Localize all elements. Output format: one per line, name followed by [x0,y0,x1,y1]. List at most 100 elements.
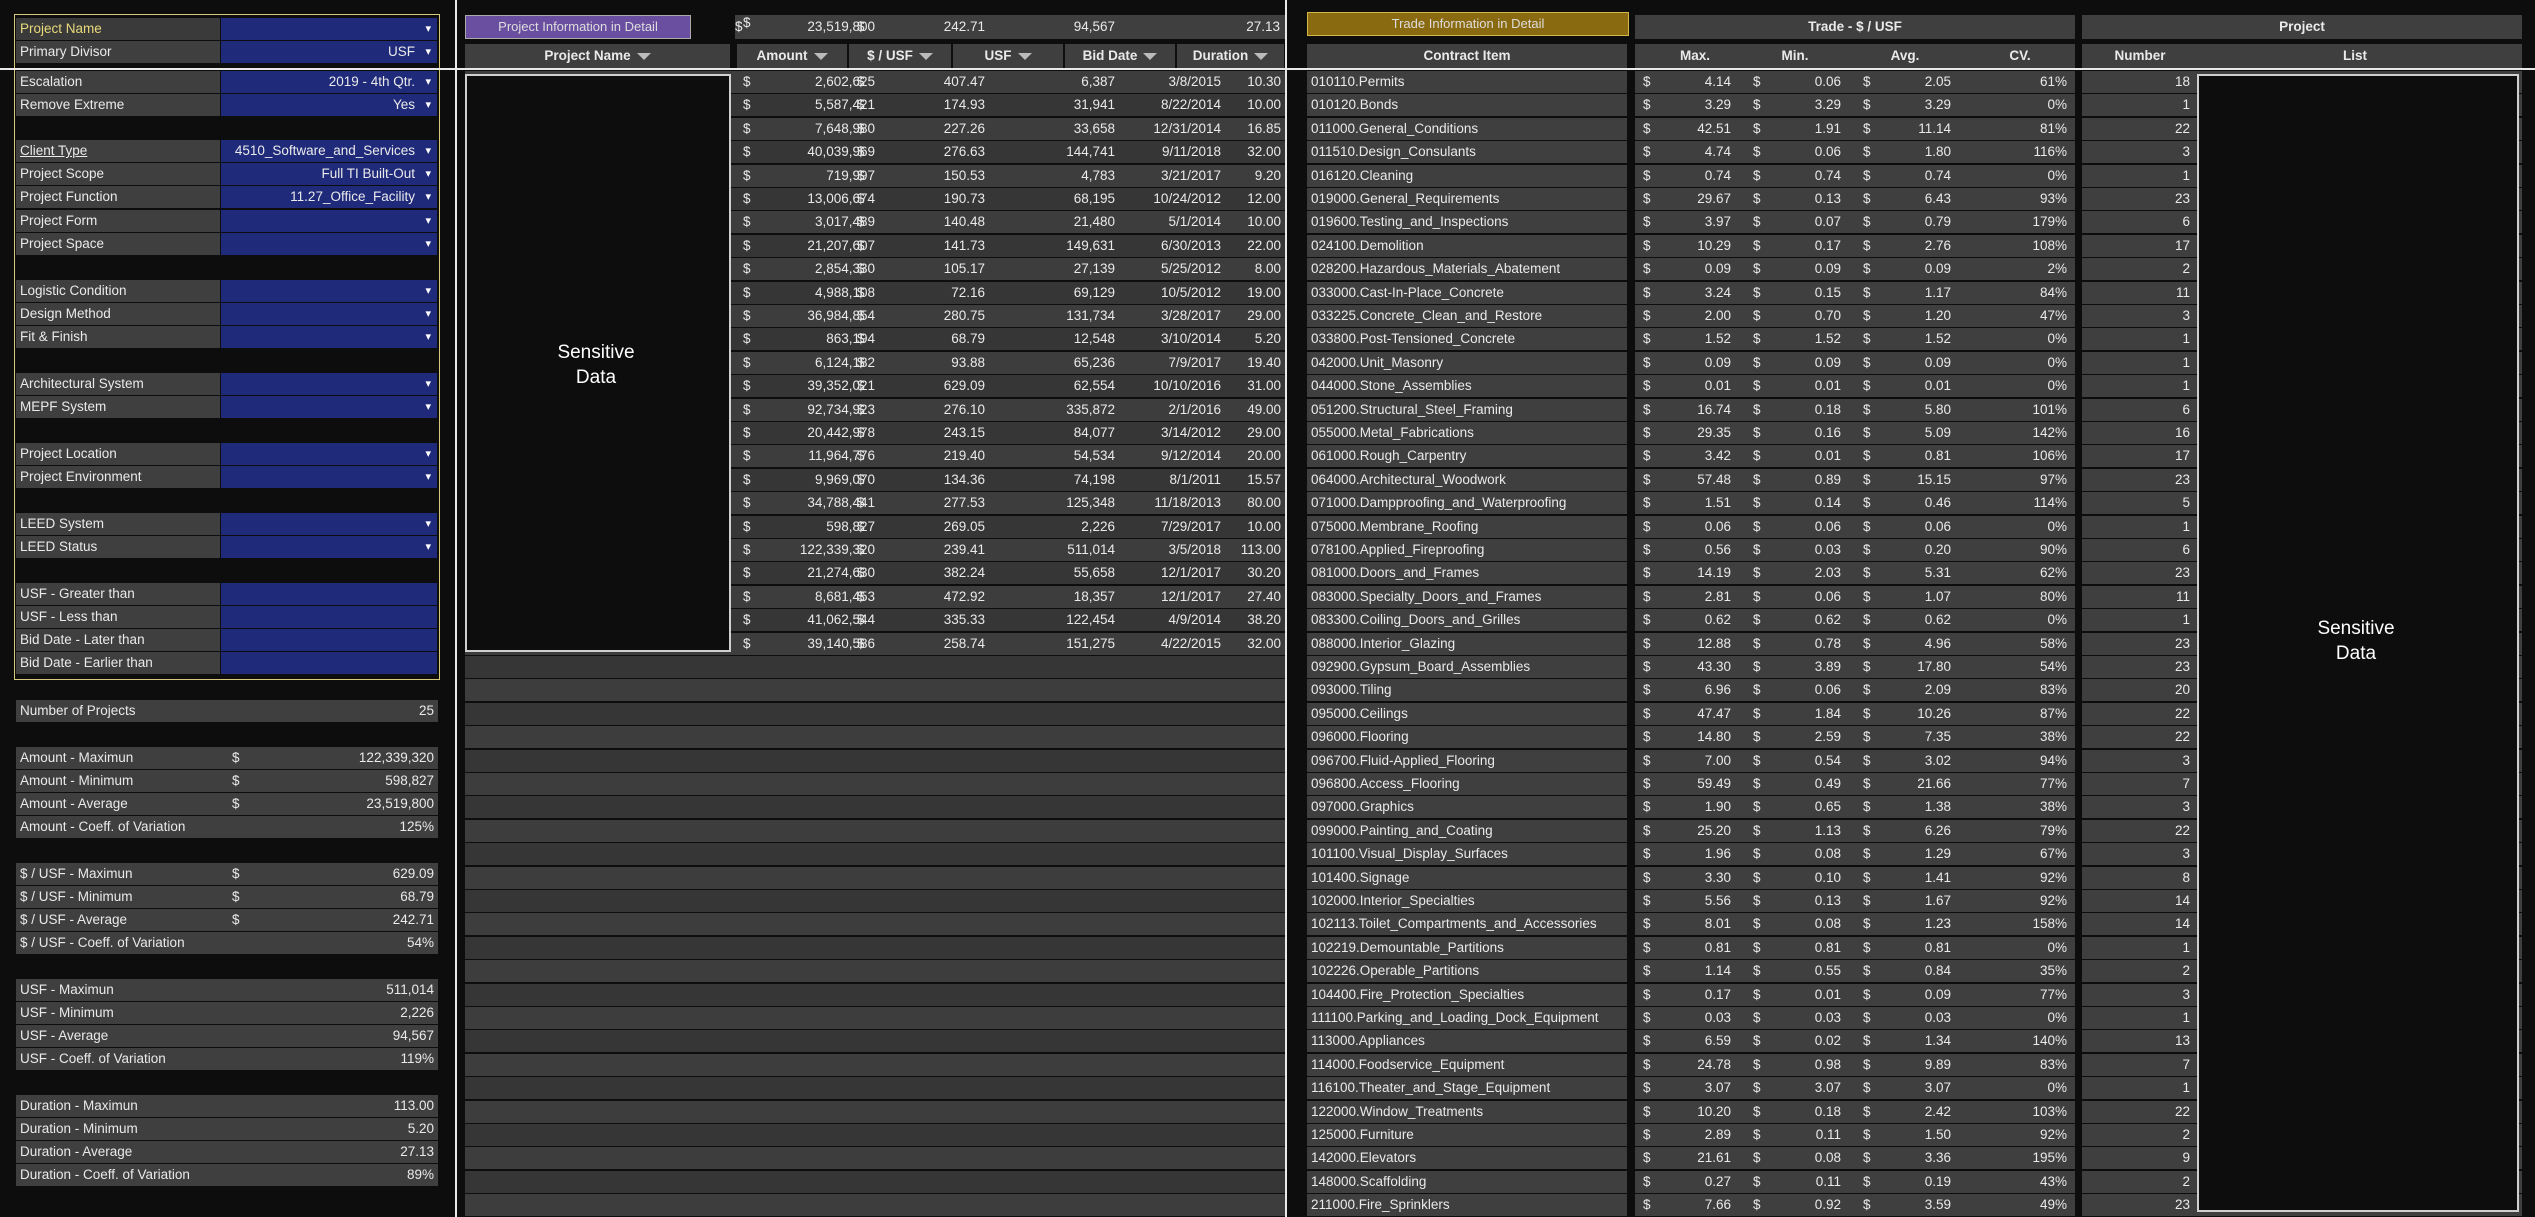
table-row[interactable]: $39,140,586 $258.74 151,275 4/22/2015 32.00 [735,633,1285,655]
filter-dropdown[interactable]: ▾ [221,513,437,535]
contract-item-cell[interactable]: 078100.Applied_Fireproofing [1307,539,1627,561]
filter-dropdown[interactable]: Yes ▾ [221,94,437,116]
contract-item-cell[interactable]: 096000.Flooring [1307,726,1627,749]
filter-dropdown[interactable]: Full TI Built-Out ▾ [221,163,437,185]
table-row[interactable]: $4,988,108 $72.16 69,129 10/5/2012 19.00 [735,282,1285,304]
chevron-down-icon[interactable]: ▾ [425,140,431,162]
column-header-usf[interactable]: USF [953,44,1063,68]
contract-item-cell[interactable]: 033225.Concrete_Clean_and_Restore [1307,305,1627,327]
contract-item-cell[interactable]: 016120.Cleaning [1307,164,1627,187]
contract-item-cell[interactable]: 111100.Parking_and_Loading_Dock_Equipmen… [1307,1007,1627,1029]
contract-item-cell[interactable]: 122000.Window_Treatments [1307,1100,1627,1123]
contract-item-cell[interactable]: 061000.Rough_Carpentry [1307,445,1627,468]
filter-icon[interactable] [1143,52,1158,60]
contract-item-cell[interactable]: 075000.Membrane_Roofing [1307,515,1627,538]
contract-item-cell[interactable]: 148000.Scaffolding [1307,1170,1627,1193]
contract-item-cell[interactable]: 071000.Dampproofing_and_Waterproofing [1307,492,1627,515]
chevron-down-icon[interactable]: ▾ [425,163,431,185]
table-row[interactable]: $39,352,021 $629.09 62,554 10/10/2016 31.00 [735,375,1285,397]
filter-dropdown[interactable]: 11.27_Office_Facility ▾ [221,186,437,208]
chevron-down-icon[interactable]: ▾ [425,280,431,302]
chevron-down-icon[interactable]: ▾ [425,443,431,465]
contract-item-cell[interactable]: 042000.Unit_Masonry [1307,351,1627,374]
filter-dropdown[interactable]: USF ▾ [221,41,437,63]
contract-item-cell[interactable]: 097000.Graphics [1307,796,1627,819]
chevron-down-icon[interactable]: ▾ [425,186,431,208]
contract-item-cell[interactable]: 024100.Demolition [1307,234,1627,257]
table-row[interactable]: $34,788,441 $277.53 125,348 11/18/2013 80.00 [735,492,1285,514]
contract-item-cell[interactable]: 102219.Demountable_Partitions [1307,936,1627,959]
contract-item-cell[interactable]: 011510.Design_Consulants [1307,141,1627,164]
filter-dropdown[interactable]: ▾ [221,536,437,558]
table-row[interactable]: $21,274,630 $382.24 55,658 12/1/2017 30.20 [735,562,1285,584]
table-row[interactable]: $9,969,070 $134.36 74,198 8/1/2011 15.57 [735,469,1285,491]
filter-dropdown[interactable] [221,606,437,628]
chevron-down-icon[interactable]: ▾ [425,18,431,40]
table-row[interactable]: $92,734,923 $276.10 335,872 2/1/2016 49.00 [735,399,1285,421]
contract-item-cell[interactable]: 092900.Gypsum_Board_Assemblies [1307,656,1627,678]
contract-item-cell[interactable]: 101400.Signage [1307,866,1627,889]
table-row[interactable]: $5,587,421 $174.93 31,941 8/22/2014 10.00 [735,94,1285,116]
contract-item-cell[interactable]: 028200.Hazardous_Materials_Abatement [1307,258,1627,281]
table-row[interactable]: $7,648,980 $227.26 33,658 12/31/2014 16.85 [735,118,1285,140]
contract-item-cell[interactable]: 099000.Painting_and_Coating [1307,819,1627,842]
contract-item-cell[interactable]: 095000.Ceilings [1307,702,1627,725]
filter-dropdown[interactable]: ▾ [221,466,437,488]
table-row[interactable]: $3,017,489 $140.48 21,480 5/1/2014 10.00 [735,211,1285,233]
contract-item-cell[interactable]: 096700.Fluid-Applied_Flooring [1307,749,1627,772]
table-row[interactable]: $122,339,320 $239.41 511,014 3/5/2018 113.00 [735,539,1285,561]
table-row[interactable]: $598,827 $269.05 2,226 7/29/2017 10.00 [735,516,1285,538]
contract-item-cell[interactable]: 064000.Architectural_Woodwork [1307,468,1627,491]
contract-item-cell[interactable]: 102000.Interior_Specialties [1307,890,1627,912]
filter-dropdown[interactable] [221,652,437,674]
filter-dropdown[interactable] [221,583,437,605]
contract-item-cell[interactable]: 083000.Specialty_Doors_and_Frames [1307,585,1627,608]
table-row[interactable]: $36,984,854 $280.75 131,734 3/28/2017 29.00 [735,305,1285,327]
chevron-down-icon[interactable]: ▾ [425,326,431,348]
table-row[interactable]: $6,124,182 $93.88 65,236 7/9/2017 19.40 [735,352,1285,374]
table-row[interactable]: $20,442,978 $243.15 84,077 3/14/2012 29.00 [735,422,1285,444]
chevron-down-icon[interactable]: ▾ [425,71,431,93]
filter-icon[interactable] [1017,52,1032,60]
filter-icon[interactable] [636,52,651,60]
filter-dropdown[interactable]: 4510_Software_and_Services ▾ [221,140,437,162]
contract-item-cell[interactable]: 211000.Fire_Sprinklers [1307,1194,1627,1217]
filter-dropdown[interactable] [221,629,437,651]
table-row[interactable]: $2,854,330 $105.17 27,139 5/25/2012 8.00 [735,258,1285,280]
trade-info-detail-button[interactable]: Trade Information in Detail [1307,12,1629,36]
contract-item-cell[interactable]: 125000.Furniture [1307,1124,1627,1146]
chevron-down-icon[interactable]: ▾ [425,233,431,255]
filter-dropdown[interactable]: ▾ [221,443,437,465]
table-row[interactable]: $13,006,674 $190.73 68,195 10/24/2012 12.00 [735,188,1285,210]
contract-item-cell[interactable]: 104400.Fire_Protection_Specialties [1307,983,1627,1006]
chevron-down-icon[interactable]: ▾ [425,210,431,232]
contract-item-cell[interactable]: 116100.Theater_and_Stage_Equipment [1307,1077,1627,1100]
project-info-detail-button[interactable]: Project Information in Detail [465,15,691,39]
contract-item-cell[interactable]: 113000.Appliances [1307,1030,1627,1053]
table-row[interactable]: $2,602,625 $407.47 6,387 3/8/2015 10.30 [735,71,1285,93]
filter-dropdown[interactable]: ▾ [221,18,437,40]
table-row[interactable]: $21,207,607 $141.73 149,631 6/30/2013 22.00 [735,235,1285,257]
contract-item-cell[interactable]: 102113.Toilet_Compartments_and_Accessori… [1307,913,1627,936]
contract-item-cell[interactable]: 096800.Access_Flooring [1307,773,1627,795]
contract-item-cell[interactable]: 011000.General_Conditions [1307,117,1627,140]
filter-dropdown[interactable]: ▾ [221,280,437,302]
chevron-down-icon[interactable]: ▾ [425,466,431,488]
contract-item-cell[interactable]: 101100.Visual_Display_Surfaces [1307,843,1627,866]
chevron-down-icon[interactable]: ▾ [425,41,431,63]
contract-item-cell[interactable]: 033000.Cast-In-Place_Concrete [1307,281,1627,304]
contract-item-cell[interactable]: 083300.Coiling_Doors_and_Grilles [1307,609,1627,632]
filter-dropdown[interactable]: 2019 - 4th Qtr. ▾ [221,71,437,93]
filter-dropdown[interactable]: ▾ [221,233,437,255]
column-header-project-name[interactable]: Project Name [465,44,730,68]
column-header-amount[interactable]: Amount [737,44,847,68]
filter-dropdown[interactable]: ▾ [221,303,437,325]
contract-item-cell[interactable]: 142000.Elevators [1307,1147,1627,1170]
chevron-down-icon[interactable]: ▾ [425,513,431,535]
filter-icon[interactable] [813,52,828,60]
table-row[interactable]: $8,681,453 $472.92 18,357 12/1/2017 27.40 [735,586,1285,608]
filter-dropdown[interactable]: ▾ [221,210,437,232]
column-header-bid-date[interactable]: Bid Date [1065,44,1175,68]
contract-item-cell[interactable]: 081000.Doors_and_Frames [1307,562,1627,585]
chevron-down-icon[interactable]: ▾ [425,396,431,418]
